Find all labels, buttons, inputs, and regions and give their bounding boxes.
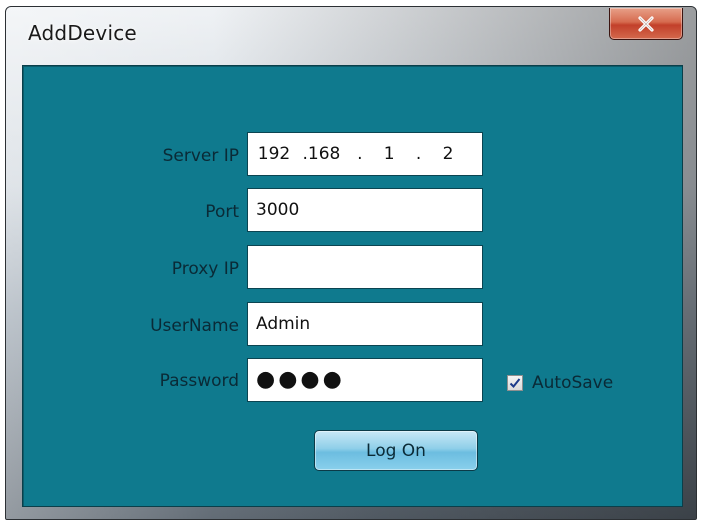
close-button[interactable] (609, 8, 683, 40)
add-device-window: AddDevice Server IP 192 .168 . 1 . 2 Por… (5, 6, 697, 520)
ip-octet-4: 2 (442, 144, 454, 164)
dialog-client-area: Server IP 192 .168 . 1 . 2 Port 3000 Pro… (22, 65, 683, 507)
server-ip-field[interactable]: 192 .168 . 1 . 2 (247, 132, 483, 176)
proxy-ip-input[interactable] (247, 245, 483, 289)
password-label: Password (159, 371, 239, 391)
port-input[interactable]: 3000 (247, 188, 483, 232)
checkmark-icon (509, 378, 521, 388)
autosave-checkbox[interactable]: AutoSave (507, 373, 613, 393)
autosave-label: AutoSave (532, 373, 614, 393)
ip-octet-3: 1 (383, 144, 395, 164)
ip-dot: . (357, 144, 363, 164)
window-title: AddDevice (28, 21, 137, 45)
server-ip-label: Server IP (162, 146, 239, 166)
username-label: UserName (150, 316, 239, 336)
title-bar[interactable]: AddDevice (6, 7, 696, 65)
ip-octet-2: .168 (302, 144, 341, 164)
close-x-icon (638, 15, 654, 32)
log-on-button[interactable]: Log On (314, 430, 478, 471)
password-input[interactable]: ●●●● (247, 358, 483, 402)
ip-dot: . (415, 144, 422, 164)
checkbox-box[interactable] (507, 375, 523, 391)
username-input[interactable]: Admin (247, 302, 483, 346)
proxy-ip-label: Proxy IP (171, 259, 239, 279)
ip-octet-1: 192 (257, 144, 291, 164)
port-label: Port (205, 202, 239, 222)
